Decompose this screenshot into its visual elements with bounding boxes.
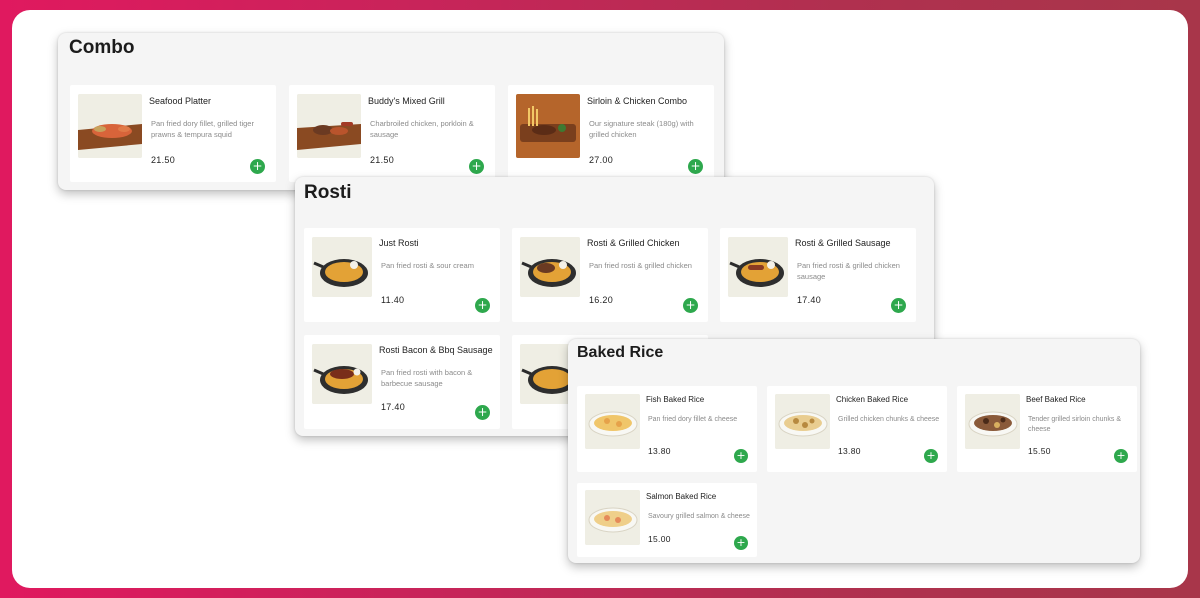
item-name: Fish Baked Rice bbox=[646, 395, 705, 404]
item-description: Pan fried rosti & sour cream bbox=[381, 261, 474, 270]
add-to-cart-button[interactable]: + bbox=[734, 536, 748, 550]
item-name: Rosti & Grilled Chicken bbox=[587, 238, 680, 248]
menu-item-card[interactable]: Fish Baked Rice Pan fried dory fillet & … bbox=[577, 386, 757, 472]
item-price: 27.00 bbox=[589, 155, 614, 165]
item-price: 13.80 bbox=[838, 446, 861, 456]
item-description: Tender grilled sirloin chunks & cheese bbox=[1028, 416, 1121, 434]
item-description: Pan fried rosti & grilled chicken sausag… bbox=[797, 261, 900, 281]
add-to-cart-button[interactable]: + bbox=[688, 159, 703, 174]
rosti-section-title: Rosti bbox=[304, 182, 352, 203]
item-name: Salmon Baked Rice bbox=[646, 492, 717, 501]
item-description: Pan fried dory fillet, grilled tiger pra… bbox=[151, 119, 254, 139]
combo-section-title: Combo bbox=[69, 37, 135, 58]
food-image bbox=[520, 237, 580, 297]
item-price: 16.20 bbox=[589, 295, 614, 305]
add-to-cart-button[interactable]: + bbox=[250, 159, 265, 174]
item-description: Pan fried rosti with bacon & barbecue sa… bbox=[381, 368, 473, 388]
item-name: Buddy's Mixed Grill bbox=[368, 96, 445, 106]
add-to-cart-button[interactable]: + bbox=[469, 159, 484, 174]
food-image bbox=[312, 237, 372, 297]
food-image bbox=[516, 94, 580, 158]
item-price: 11.40 bbox=[381, 295, 405, 305]
baked-rice-section-title: Baked Rice bbox=[577, 344, 664, 361]
food-image bbox=[585, 490, 640, 545]
item-price: 13.80 bbox=[648, 446, 671, 456]
item-price: 17.40 bbox=[797, 295, 822, 305]
baked-rice-section: Baked Rice Fish Baked Rice Pan fried dor… bbox=[568, 339, 1140, 563]
menu-item-card[interactable]: Buddy's Mixed Grill Charbroiled chicken,… bbox=[289, 85, 495, 182]
item-name: Just Rosti bbox=[379, 238, 419, 248]
food-image bbox=[312, 344, 372, 404]
item-name: Seafood Platter bbox=[149, 96, 212, 106]
item-name: Chicken Baked Rice bbox=[836, 395, 909, 404]
menu-item-card[interactable]: Salmon Baked Rice Savoury grilled salmon… bbox=[577, 483, 757, 557]
add-to-cart-button[interactable]: + bbox=[891, 298, 906, 313]
item-name: Rosti Bacon & Bbq Sausage bbox=[379, 345, 493, 355]
item-name: Beef Baked Rice bbox=[1026, 395, 1086, 404]
menu-item-card[interactable]: Rosti Bacon & Bbq Sausage Pan fried rost… bbox=[304, 335, 500, 429]
add-to-cart-button[interactable]: + bbox=[1114, 449, 1128, 463]
item-description: Savoury grilled salmon & cheese bbox=[648, 513, 750, 520]
item-price: 21.50 bbox=[370, 155, 395, 165]
food-image bbox=[78, 94, 142, 158]
food-image bbox=[297, 94, 361, 158]
item-price: 15.00 bbox=[648, 534, 671, 544]
menu-item-card[interactable]: Rosti & Grilled Sausage Pan fried rosti … bbox=[720, 228, 916, 322]
menu-item-card[interactable]: Just Rosti Pan fried rosti & sour cream … bbox=[304, 228, 500, 322]
menu-item-card[interactable]: Beef Baked Rice Tender grilled sirloin c… bbox=[957, 386, 1137, 472]
item-name: Rosti & Grilled Sausage bbox=[795, 238, 891, 248]
item-name: Sirloin & Chicken Combo bbox=[587, 96, 688, 106]
menu-item-card[interactable]: Seafood Platter Pan fried dory fillet, g… bbox=[70, 85, 276, 182]
add-to-cart-button[interactable]: + bbox=[475, 298, 490, 313]
add-to-cart-button[interactable]: + bbox=[475, 405, 490, 420]
item-description: Our signature steak (180g) with grilled … bbox=[589, 119, 694, 139]
item-price: 15.50 bbox=[1028, 446, 1051, 456]
menu-item-card[interactable]: Rosti & Grilled Chicken Pan fried rosti … bbox=[512, 228, 708, 322]
food-image bbox=[965, 394, 1020, 449]
item-description: Pan fried rosti & grilled chicken bbox=[589, 261, 692, 270]
menu-item-card[interactable]: Chicken Baked Rice Grilled chicken chunk… bbox=[767, 386, 947, 472]
add-to-cart-button[interactable]: + bbox=[924, 449, 938, 463]
add-to-cart-button[interactable]: + bbox=[683, 298, 698, 313]
item-price: 17.40 bbox=[381, 402, 406, 412]
food-image bbox=[728, 237, 788, 297]
food-image bbox=[585, 394, 640, 449]
add-to-cart-button[interactable]: + bbox=[734, 449, 748, 463]
combo-section: Combo Seafood Platter Pan fried dory fil… bbox=[58, 33, 724, 190]
item-description: Pan fried dory fillet & cheese bbox=[648, 416, 738, 423]
item-description: Grilled chicken chunks & cheese bbox=[838, 416, 940, 423]
item-price: 21.50 bbox=[151, 155, 176, 165]
item-description: Charbroiled chicken, porkloin & sausage bbox=[370, 119, 474, 139]
food-image bbox=[775, 394, 830, 449]
menu-item-card[interactable]: Sirloin & Chicken Combo Our signature st… bbox=[508, 85, 714, 182]
